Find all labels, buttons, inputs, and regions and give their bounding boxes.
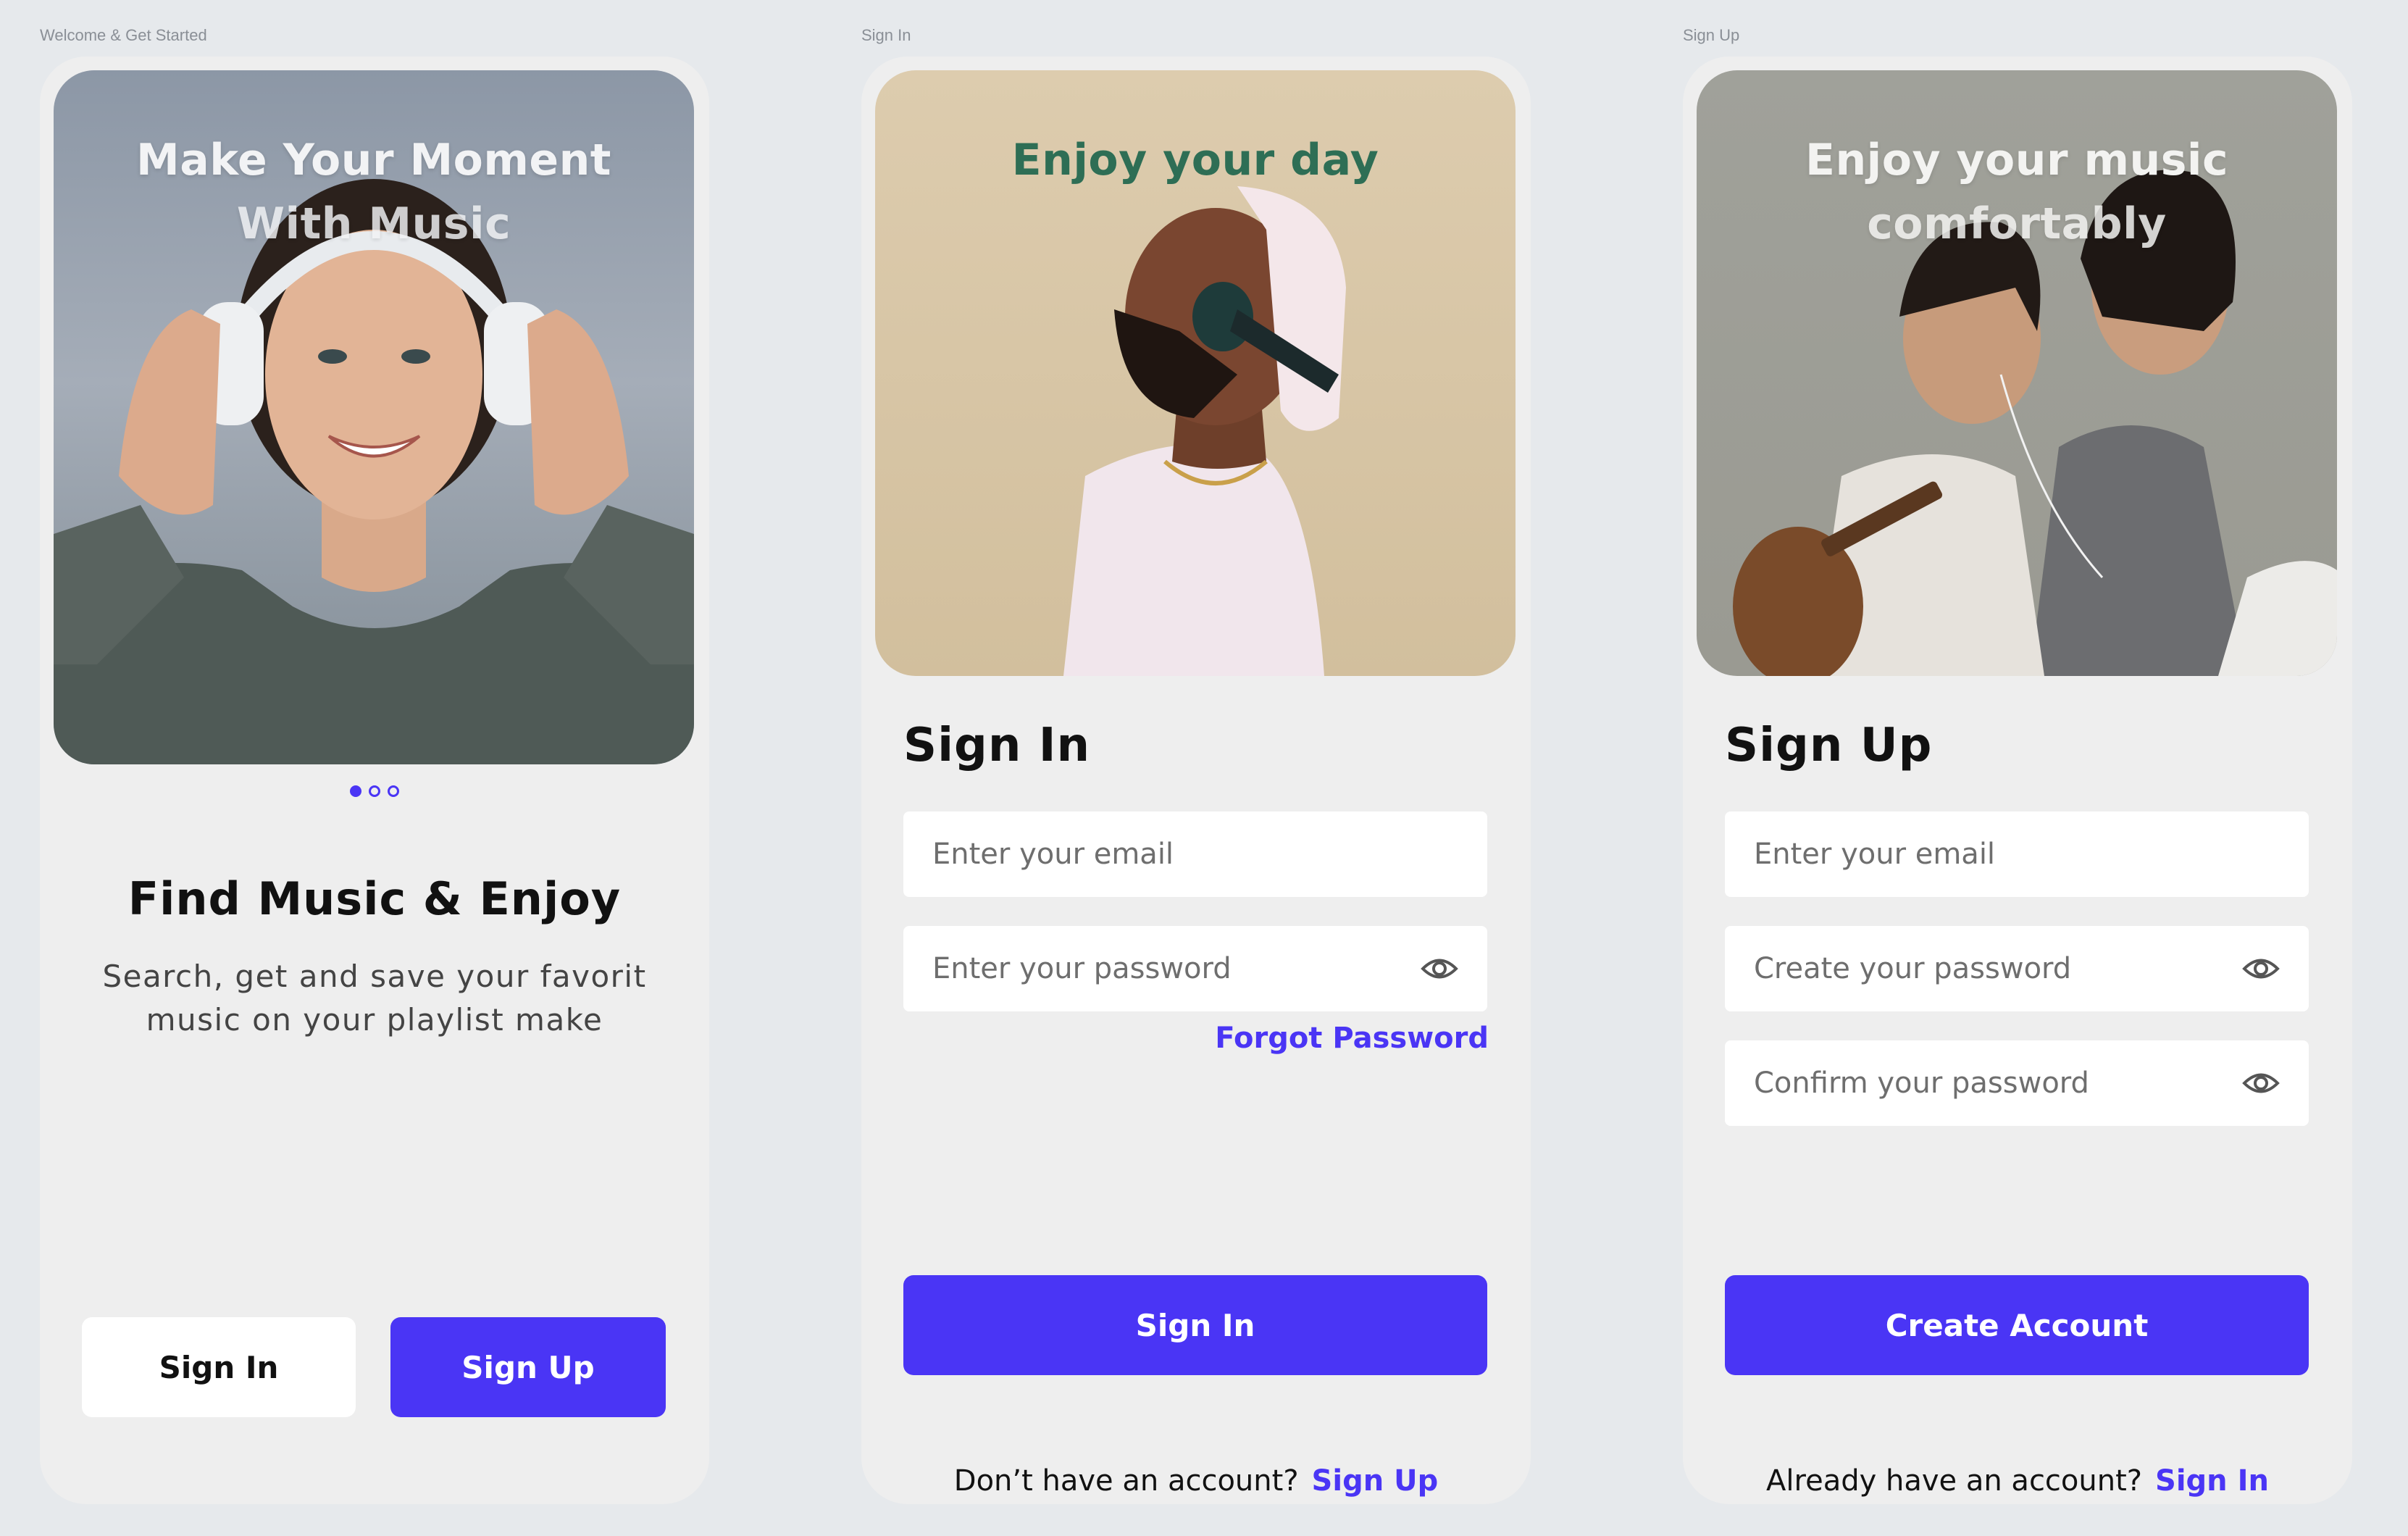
welcome-description-line1: Search, get and save your favorit — [102, 959, 647, 994]
sign-in-prompt: Already have an account? Sign In — [1683, 1461, 2352, 1501]
forgot-password-link[interactable]: Forgot Password — [1215, 1022, 1489, 1055]
frame-label-sign-in: Sign In — [861, 26, 911, 44]
hero-title-line2: comfortably — [1867, 199, 2167, 249]
sign-in-link[interactable]: Sign In — [2155, 1464, 2269, 1498]
welcome-description: Search, get and save your favorit music … — [98, 955, 651, 1042]
eye-icon[interactable] — [1421, 952, 1458, 985]
welcome-screen: Make Your Moment With Music Find Music &… — [40, 57, 709, 1504]
password-field[interactable] — [903, 926, 1487, 1011]
hero-title-sign-in: Enjoy your day — [1011, 135, 1379, 185]
sign-up-screen: Enjoy your music comfortably Sign Up Cre… — [1683, 57, 2352, 1504]
email-field[interactable] — [903, 811, 1487, 897]
sign-in-submit-button[interactable]: Sign In — [903, 1275, 1487, 1375]
carousel-dot-2[interactable] — [369, 785, 380, 797]
carousel-dot-3[interactable] — [388, 785, 399, 797]
create-password-input[interactable] — [1725, 926, 2309, 1011]
hero-image-sign-in: Enjoy your day — [875, 70, 1516, 676]
sign-in-screen: Enjoy your day Sign In Forgot Password S… — [861, 57, 1531, 1504]
welcome-description-line2: music on your playlist make — [146, 1002, 603, 1038]
sign-in-title: Sign In — [903, 719, 1091, 772]
confirm-password-input[interactable] — [1725, 1040, 2309, 1126]
welcome-heading: Find Music & Enjoy — [127, 872, 622, 925]
eye-icon[interactable] — [2242, 952, 2280, 985]
hero-image-welcome: Make Your Moment With Music — [54, 70, 694, 764]
hero-title-line1: Make Your Moment — [136, 135, 611, 185]
confirm-password-field[interactable] — [1725, 1040, 2309, 1126]
sign-up-title: Sign Up — [1725, 719, 1933, 772]
password-input[interactable] — [903, 926, 1487, 1011]
sign-up-button[interactable]: Sign Up — [390, 1317, 666, 1417]
create-password-field[interactable] — [1725, 926, 2309, 1011]
hero-image-sign-up: Enjoy your music comfortably — [1697, 70, 2337, 676]
carousel-dot-1[interactable] — [350, 785, 361, 797]
email-input[interactable] — [903, 811, 1487, 897]
hero-title-line2: With Music — [236, 199, 511, 249]
sign-in-prompt-text: Already have an account? — [1766, 1464, 2143, 1498]
hero-title-welcome: Make Your Moment With Music — [54, 128, 694, 256]
create-account-button[interactable]: Create Account — [1725, 1275, 2309, 1375]
email-input[interactable] — [1725, 811, 2309, 897]
sign-up-prompt: Don’t have an account? Sign Up — [861, 1461, 1531, 1501]
frame-label-welcome: Welcome & Get Started — [40, 26, 207, 44]
eye-icon[interactable] — [2242, 1067, 2280, 1100]
sign-up-link[interactable]: Sign Up — [1312, 1464, 1439, 1498]
hero-title-line1: Enjoy your music — [1805, 135, 2229, 185]
email-field[interactable] — [1725, 811, 2309, 897]
hero-title-sign-up: Enjoy your music comfortably — [1697, 128, 2337, 256]
frame-label-sign-up: Sign Up — [1683, 26, 1740, 44]
carousel-indicator[interactable] — [40, 785, 709, 797]
sign-in-button[interactable]: Sign In — [82, 1317, 356, 1417]
sign-up-prompt-text: Don’t have an account? — [953, 1464, 1299, 1498]
